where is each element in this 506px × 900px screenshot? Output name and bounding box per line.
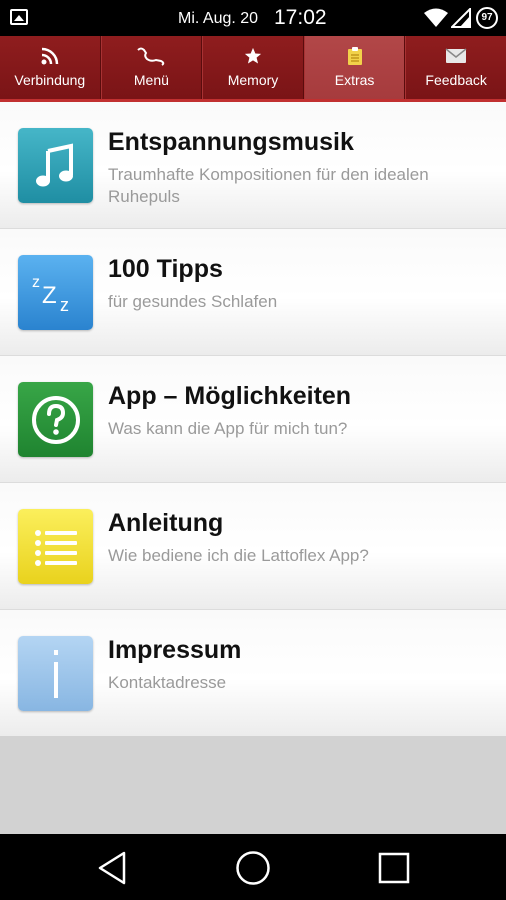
sleep-zzz-icon: z Z z xyxy=(18,255,93,330)
tab-label: Feedback xyxy=(425,72,487,88)
item-subtitle: Traumhafte Kompositionen für den idealen… xyxy=(108,165,429,206)
status-bar: Mi. Aug. 20 17:02 97 xyxy=(0,0,506,36)
back-icon[interactable] xyxy=(92,848,132,888)
tab-bar: Verbindung Menü Memory Extras Feedback xyxy=(0,36,506,102)
item-subtitle: Kontaktadresse xyxy=(108,673,227,692)
item-subtitle: Wie bediene ich die Lattoflex App? xyxy=(108,546,369,565)
info-icon xyxy=(18,636,93,711)
item-subtitle: Was kann die App für mich tun? xyxy=(108,419,348,438)
star-icon xyxy=(244,45,262,67)
extras-list: Entspannungsmusik Traumhafte Komposition… xyxy=(0,102,506,737)
rss-icon xyxy=(40,45,60,67)
item-subtitle: für gesundes Schlafen xyxy=(108,292,278,311)
question-icon xyxy=(18,382,93,457)
tab-menu[interactable]: Menü xyxy=(100,36,203,99)
clipboard-icon xyxy=(346,45,364,67)
item-title: 100 Tipps xyxy=(108,255,223,283)
list-item-impressum[interactable]: Impressum Kontaktadresse xyxy=(0,610,506,737)
phone-icon xyxy=(135,45,167,67)
tab-verbindung[interactable]: Verbindung xyxy=(0,36,101,99)
navigation-bar xyxy=(0,834,506,900)
battery-icon: 97 xyxy=(476,7,498,29)
wifi-icon xyxy=(424,8,448,27)
tab-label: Extras xyxy=(334,72,375,88)
battery-level: 97 xyxy=(481,12,493,23)
list-item-100-tipps[interactable]: z Z z 100 Tipps für gesundes Schlafen xyxy=(0,229,506,356)
status-time: 17:02 xyxy=(274,6,327,29)
image-notification-icon xyxy=(10,9,28,25)
list-item-anleitung[interactable]: Anleitung Wie bediene ich die Lattoflex … xyxy=(0,483,506,610)
empty-area xyxy=(0,736,506,834)
tab-feedback[interactable]: Feedback xyxy=(405,36,506,99)
tab-memory[interactable]: Memory xyxy=(202,36,304,99)
svg-text:Z: Z xyxy=(42,282,57,309)
list-item-entspannungsmusik[interactable]: Entspannungsmusik Traumhafte Komposition… xyxy=(0,102,506,229)
svg-text:z: z xyxy=(60,295,69,315)
recents-icon[interactable] xyxy=(374,848,414,888)
home-icon[interactable] xyxy=(233,848,273,888)
tab-label: Menü xyxy=(133,72,169,88)
item-title: Anleitung xyxy=(108,509,224,537)
item-title: Entspannungsmusik xyxy=(108,128,354,156)
item-title: App – Möglichkeiten xyxy=(108,382,352,410)
tab-extras[interactable]: Extras xyxy=(303,36,406,99)
list-item-app-moeglichkeiten[interactable]: App – Möglichkeiten Was kann die App für… xyxy=(0,356,506,483)
tab-label: Verbindung xyxy=(14,72,86,88)
signal-icon xyxy=(451,8,471,28)
item-title: Impressum xyxy=(108,636,242,664)
status-date: Mi. Aug. 20 xyxy=(178,10,259,27)
mail-icon xyxy=(445,45,467,67)
music-note-icon xyxy=(18,128,93,203)
svg-text:z: z xyxy=(32,274,40,291)
tab-label: Memory xyxy=(227,72,279,88)
list-icon xyxy=(18,509,93,584)
